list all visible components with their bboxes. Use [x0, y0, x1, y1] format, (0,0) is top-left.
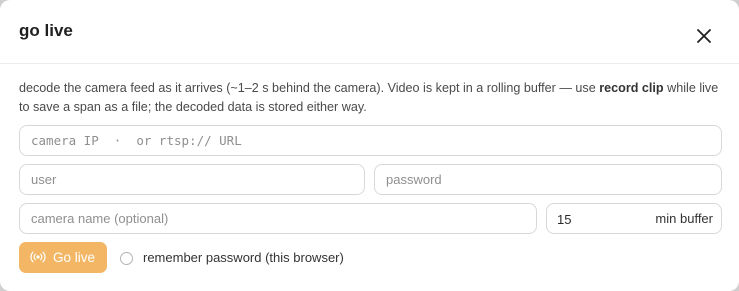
go-live-dialog: go live decode the camera feed as it arr…: [0, 0, 739, 291]
go-live-label: Go live: [53, 250, 96, 265]
dialog-header: go live: [0, 0, 739, 64]
go-live-button[interactable]: Go live: [19, 242, 107, 273]
description-text: decode the camera feed as it arrives (~1…: [19, 81, 600, 95]
buffer-minutes-input[interactable]: [557, 210, 627, 228]
password-input[interactable]: [374, 164, 722, 195]
buffer-unit-label: min buffer: [655, 211, 713, 226]
dialog-title: go live: [19, 21, 73, 40]
dialog-description: decode the camera feed as it arrives (~1…: [19, 79, 719, 117]
camera-name-input[interactable]: [19, 203, 537, 234]
remember-password-label[interactable]: remember password (this browser): [143, 250, 344, 265]
close-icon: [697, 29, 711, 43]
record-clip-emphasis: record clip: [599, 81, 664, 95]
buffer-field: min buffer: [546, 203, 722, 234]
broadcast-icon: [30, 251, 46, 266]
remember-password-radio[interactable]: [120, 252, 133, 265]
user-input[interactable]: [19, 164, 365, 195]
close-button[interactable]: [690, 24, 718, 48]
camera-url-input[interactable]: [19, 125, 722, 156]
